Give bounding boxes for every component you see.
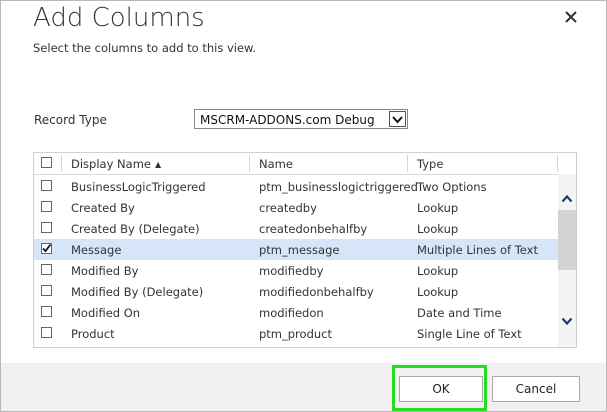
row-type: Single Line of Text <box>417 327 522 341</box>
table-row[interactable]: Created By createdby Lookup <box>34 197 558 218</box>
table-row[interactable]: Modified By modifiedby Lookup <box>34 260 558 281</box>
sort-ascending-icon: ▲ <box>154 160 162 169</box>
record-type-value: MSCRM-ADDONS.com Debug <box>200 113 375 127</box>
row-name: ptm_product <box>259 327 332 341</box>
record-type-select[interactable]: MSCRM-ADDONS.com Debug <box>194 109 408 129</box>
table-row[interactable]: Created By (Delegate) createdonbehalfby … <box>34 218 558 239</box>
row-display-name: Created By <box>71 201 135 215</box>
row-name: createdby <box>259 201 317 215</box>
cancel-button[interactable]: Cancel <box>492 376 580 402</box>
row-display-name: Modified On <box>71 306 141 320</box>
row-name: modifiedon <box>259 306 324 320</box>
row-type: Multiple Lines of Text <box>417 243 538 257</box>
select-all-checkbox[interactable] <box>41 157 52 168</box>
chevron-down-icon[interactable] <box>389 111 406 127</box>
column-header-type[interactable]: Type <box>417 157 443 171</box>
row-checkbox[interactable] <box>41 327 52 338</box>
table-row-selected[interactable]: Message ptm_message Multiple Lines of Te… <box>34 239 558 260</box>
row-checkbox[interactable] <box>41 285 52 296</box>
row-type: Lookup <box>417 222 459 236</box>
grid-header: Display Name ▲ Name Type <box>34 153 558 175</box>
check-icon <box>42 243 52 253</box>
table-row[interactable]: BusinessLogicTriggered ptm_businesslogic… <box>34 176 558 197</box>
row-name: modifiedby <box>259 264 324 278</box>
grid-scrollbar[interactable] <box>558 174 576 347</box>
table-row[interactable]: Modified On modifiedon Date and Time <box>34 302 558 323</box>
dialog-title: Add Columns <box>33 3 205 33</box>
row-type: Lookup <box>417 201 459 215</box>
row-checkbox-checked[interactable] <box>41 243 52 254</box>
column-separator <box>61 155 62 172</box>
row-name: modifiedonbehalfby <box>259 285 374 299</box>
column-separator <box>557 155 558 172</box>
row-display-name: Created By (Delegate) <box>71 222 200 236</box>
row-type: Lookup <box>417 264 459 278</box>
column-header-name[interactable]: Name <box>259 157 293 171</box>
row-name: createdonbehalfby <box>259 222 368 236</box>
row-checkbox[interactable] <box>41 180 52 191</box>
row-name: ptm_businesslogictriggered <box>259 180 418 194</box>
row-display-name: Message <box>71 243 122 257</box>
row-checkbox[interactable] <box>41 306 52 317</box>
ok-button-highlight <box>392 365 487 411</box>
dialog-subtitle: Select the columns to add to this view. <box>33 41 257 55</box>
record-type-label: Record Type <box>34 113 107 127</box>
row-checkbox[interactable] <box>41 222 52 233</box>
row-display-name: Modified By <box>71 264 139 278</box>
row-display-name: Modified By (Delegate) <box>71 285 204 299</box>
row-name: ptm_message <box>259 243 340 257</box>
row-checkbox[interactable] <box>41 201 52 212</box>
row-type: Two Options <box>417 180 487 194</box>
row-display-name: BusinessLogicTriggered <box>71 180 206 194</box>
columns-grid: Display Name ▲ Name Type BusinessLogicTri… <box>33 152 577 348</box>
row-checkbox[interactable] <box>41 264 52 275</box>
column-separator <box>407 155 408 172</box>
table-row[interactable]: Modified By (Delegate) modifiedonbehalfb… <box>34 281 558 302</box>
row-type: Date and Time <box>417 306 502 320</box>
table-row[interactable]: Product ptm_product Single Line of Text <box>34 323 558 344</box>
chevron-down-icon[interactable] <box>561 312 573 326</box>
scroll-thumb[interactable] <box>558 210 576 270</box>
add-columns-dialog: Add Columns Select the columns to add to… <box>0 0 607 412</box>
chevron-up-icon[interactable] <box>561 190 573 203</box>
row-type: Lookup <box>417 285 459 299</box>
column-header-display-name-label: Display Name <box>71 157 151 171</box>
column-header-display-name[interactable]: Display Name ▲ <box>71 157 161 171</box>
row-display-name: Product <box>71 327 115 341</box>
close-icon[interactable] <box>564 9 578 23</box>
column-separator <box>249 155 250 172</box>
